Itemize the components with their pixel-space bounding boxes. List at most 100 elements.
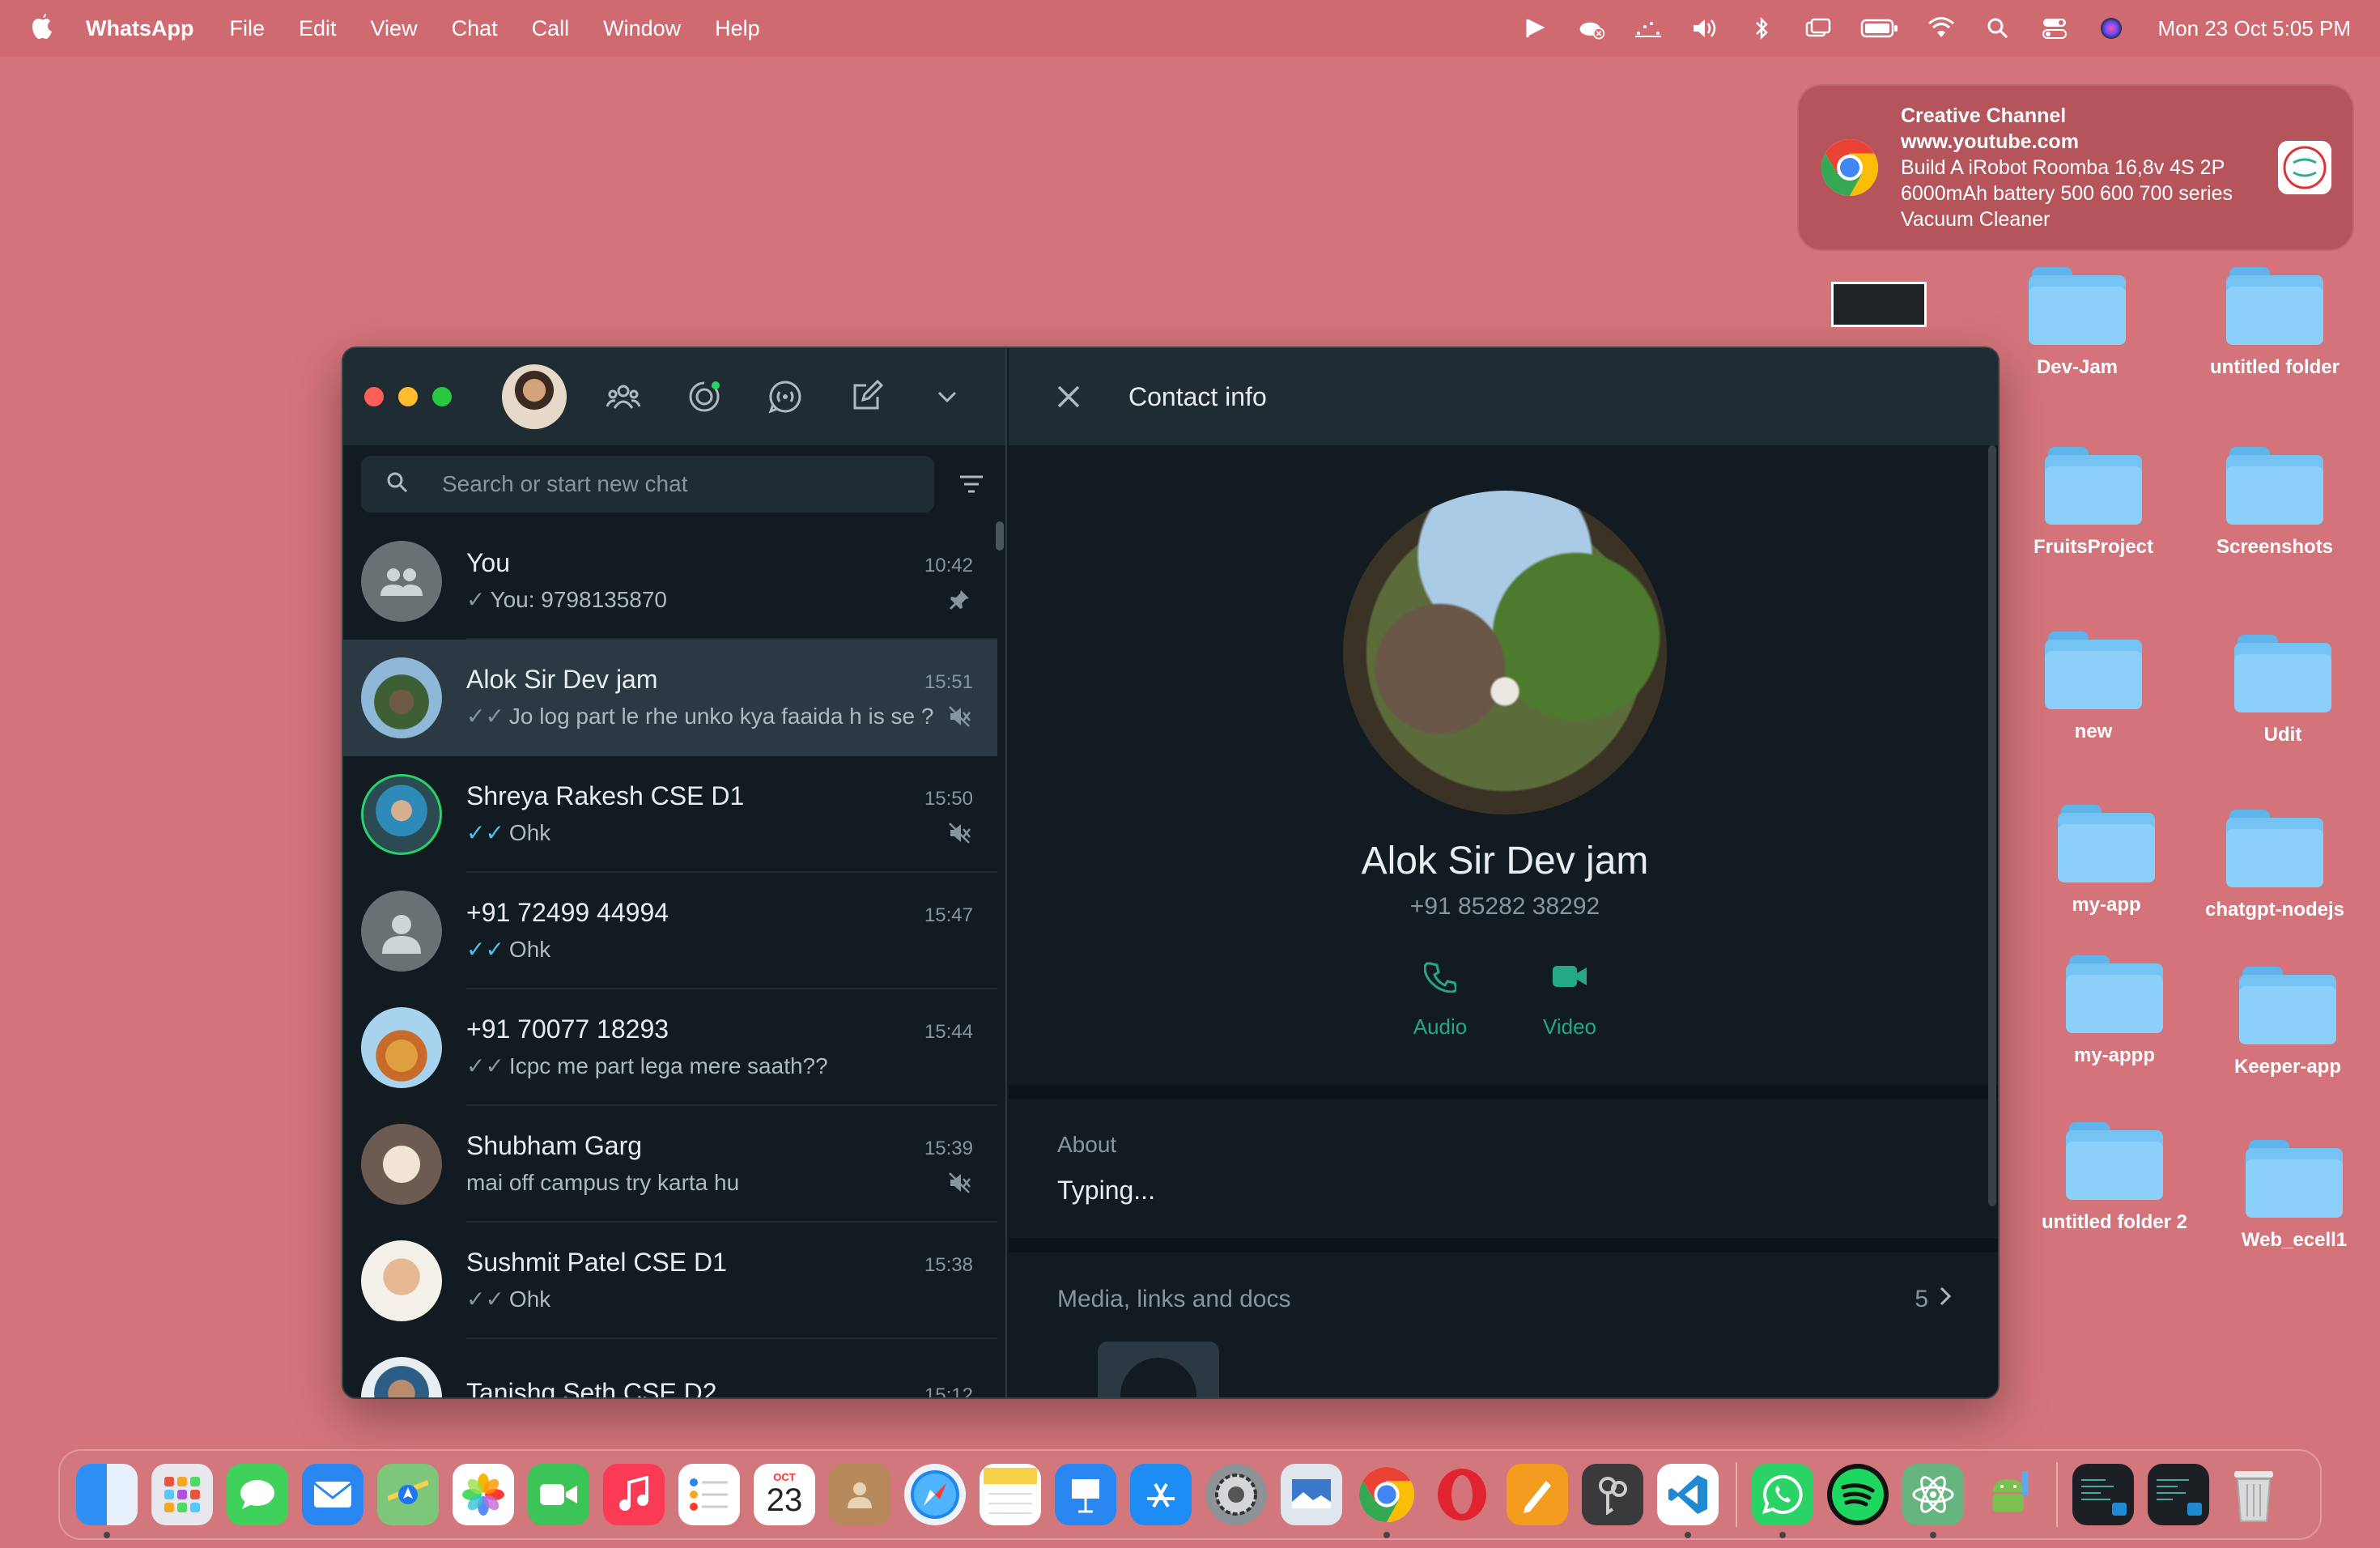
minimize-window-button[interactable]: [398, 387, 418, 406]
control-center-icon[interactable]: [2040, 14, 2069, 43]
bluetooth-icon[interactable]: [1747, 14, 1776, 43]
folder-my-appp[interactable]: my-appp: [2034, 955, 2195, 1067]
dock-mail-icon[interactable]: [302, 1464, 363, 1525]
zoom-window-button[interactable]: [432, 387, 452, 406]
folder-keeper-app[interactable]: Keeper-app: [2207, 967, 2369, 1078]
dock-spotify-icon[interactable]: [1827, 1464, 1889, 1525]
dock-terminal-window-2-icon[interactable]: [2148, 1464, 2209, 1525]
folder-fruitsproject[interactable]: FruitsProject: [2012, 447, 2174, 559]
dock-calendar-icon[interactable]: OCT 23: [754, 1464, 815, 1525]
dock-whatsapp-icon[interactable]: [1752, 1464, 1813, 1538]
menu-file[interactable]: File: [229, 16, 265, 41]
wifi-icon[interactable]: [1927, 14, 1956, 43]
battery-icon[interactable]: [1860, 14, 1899, 43]
dock-pages-icon[interactable]: [1507, 1464, 1568, 1525]
folder-icon: [2239, 967, 2336, 1044]
dock-reminders-icon[interactable]: [678, 1464, 740, 1525]
chat-item-tanishq-seth[interactable]: Tanishq Seth CSE D2 15:12: [343, 1339, 997, 1397]
dock-keychain-icon[interactable]: [1582, 1464, 1643, 1525]
chat-item-sushmit-patel[interactable]: Sushmit Patel CSE D1 15:38 ✓✓ Ohk: [343, 1223, 997, 1339]
folder-dev-jam[interactable]: Dev-Jam: [1996, 267, 2158, 379]
menu-chat[interactable]: Chat: [452, 16, 498, 41]
dock-messages-icon[interactable]: [227, 1464, 288, 1525]
menu-window[interactable]: Window: [603, 16, 681, 41]
app-menu-whatsapp[interactable]: WhatsApp: [86, 16, 193, 41]
folder-untitled-folder[interactable]: untitled folder: [2194, 267, 2356, 379]
new-chat-icon[interactable]: [842, 372, 890, 421]
folder-icon: [2029, 267, 2126, 345]
chat-item-7249944994[interactable]: +91 72499 44994 15:47 ✓✓ Ohk: [343, 873, 997, 989]
dock-preview-icon[interactable]: [1281, 1464, 1342, 1525]
chat-item-you[interactable]: You 10:42 ✓ You: 9798135870: [343, 523, 997, 640]
chat-name: Alok Sir Dev jam: [466, 664, 658, 694]
dock-notes-icon[interactable]: [980, 1464, 1041, 1525]
chat-item-shubham-garg[interactable]: Shubham Garg 15:39 mai off campus try kar…: [343, 1106, 997, 1223]
search-input[interactable]: [442, 471, 895, 497]
folder-chatgpt-nodejs[interactable]: chatgpt-nodejs: [2194, 810, 2356, 921]
search-box[interactable]: [361, 456, 935, 512]
close-window-button[interactable]: [364, 387, 384, 406]
dock-maps-icon[interactable]: [377, 1464, 439, 1525]
search-icon[interactable]: [1983, 14, 2012, 43]
cloud-icon[interactable]: [1577, 14, 1606, 43]
screen-share-icon[interactable]: [1520, 14, 1549, 43]
dock-chrome-icon[interactable]: [1356, 1464, 1417, 1538]
dock-music-icon[interactable]: [603, 1464, 665, 1525]
volume-icon[interactable]: [1690, 14, 1719, 43]
apple-menu-icon[interactable]: [29, 12, 58, 45]
dock-trash-icon[interactable]: [2223, 1464, 2284, 1525]
menu-help[interactable]: Help: [715, 16, 760, 41]
filter-icon[interactable]: [955, 468, 988, 500]
siri-icon[interactable]: [2097, 14, 2126, 43]
status-icon[interactable]: [680, 372, 729, 421]
folder-untitled-folder-2[interactable]: untitled folder 2: [2034, 1122, 2195, 1234]
dock-safari-icon[interactable]: [904, 1464, 966, 1525]
folder-udit[interactable]: Udit: [2202, 635, 2364, 746]
dock-terminal-window-1-icon[interactable]: [2072, 1464, 2134, 1525]
dock-photos-icon[interactable]: [453, 1464, 514, 1525]
menubar-clock[interactable]: Mon 23 Oct 5:05 PM: [2158, 16, 2351, 41]
menu-edit[interactable]: Edit: [299, 16, 337, 41]
menu-view[interactable]: View: [371, 16, 418, 41]
chevron-down-icon[interactable]: [923, 372, 971, 421]
chat-item-7007718293[interactable]: +91 70077 18293 15:44 ✓✓ Icpc me part lega…: [343, 989, 997, 1106]
audio-call-button[interactable]: Audio: [1400, 956, 1481, 1040]
chat-name: Shreya Rakesh CSE D1: [466, 780, 745, 810]
dock-contacts-icon[interactable]: [829, 1464, 890, 1525]
close-icon[interactable]: [1052, 381, 1085, 413]
communities-icon[interactable]: [599, 372, 648, 421]
folder-new[interactable]: new: [2012, 632, 2174, 743]
dock-atom-icon[interactable]: [1902, 1464, 1964, 1538]
dock-vscode-icon[interactable]: [1657, 1464, 1719, 1538]
desktop-window-thumbnail[interactable]: [1831, 282, 1927, 327]
media-thumbnail[interactable]: [1098, 1342, 1219, 1397]
menu-call[interactable]: Call: [532, 16, 570, 41]
display-icon[interactable]: [1804, 14, 1833, 43]
my-profile-avatar[interactable]: [502, 364, 567, 429]
dock-finder-icon[interactable]: [76, 1464, 138, 1538]
contact-info-scrollbar[interactable]: [1988, 445, 1996, 1206]
dock-keynote-icon[interactable]: [1055, 1464, 1116, 1525]
channels-icon[interactable]: [761, 372, 810, 421]
chrome-notification[interactable]: Creative Channel www.youtube.com Build A…: [1797, 84, 2354, 251]
dock-android-studio-icon[interactable]: [1978, 1464, 2039, 1525]
dock-launchpad-icon[interactable]: [151, 1464, 213, 1525]
dots-icon[interactable]: [1634, 14, 1663, 43]
media-section[interactable]: Media, links and docs 5: [1009, 1252, 1998, 1397]
dock-opera-icon[interactable]: [1431, 1464, 1493, 1525]
chat-item-alok-sir-dev-jam[interactable]: Alok Sir Dev jam 15:51 ✓✓ Jo log part le r…: [343, 640, 997, 756]
video-call-button[interactable]: Video: [1529, 956, 1610, 1040]
folder-icon: [2226, 447, 2323, 525]
folder-web-ecell1[interactable]: Web_ecell1: [2213, 1140, 2375, 1252]
contact-profile-photo[interactable]: [1343, 491, 1667, 814]
folder-my-app[interactable]: my-app: [2025, 805, 2187, 916]
delivered-tick-icon: ✓✓: [466, 1053, 504, 1078]
folder-screenshots[interactable]: Screenshots: [2194, 447, 2356, 559]
search-icon: [385, 470, 410, 499]
chat-item-shreya-rakesh[interactable]: Shreya Rakesh CSE D1 15:50 ✓✓ Ohk: [343, 756, 997, 873]
dock-facetime-icon[interactable]: [528, 1464, 589, 1525]
dock-app-store-icon[interactable]: [1130, 1464, 1192, 1525]
chat-list-scrollbar[interactable]: [996, 521, 1004, 551]
folder-label: untitled folder 2: [2042, 1211, 2187, 1233]
dock-system-settings-icon[interactable]: [1205, 1464, 1267, 1525]
